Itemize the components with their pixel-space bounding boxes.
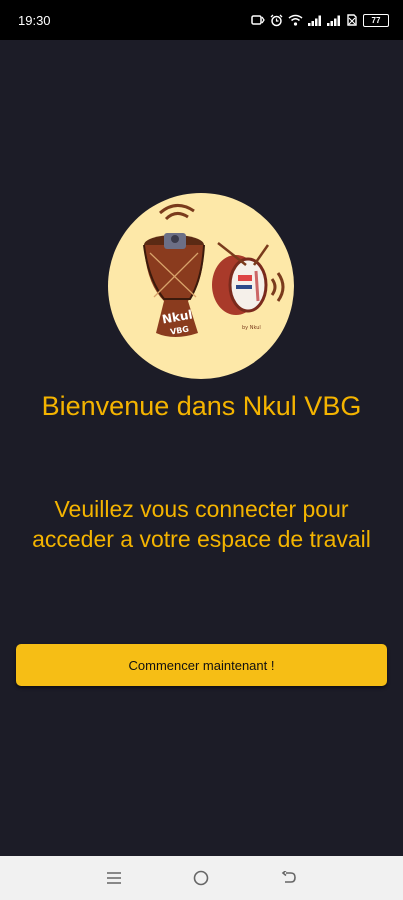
signal-icon (308, 15, 322, 26)
nfc-icon (251, 14, 265, 26)
subtitle-line-1: Veuillez vous connecter pour (54, 496, 349, 522)
menu-icon[interactable] (99, 863, 129, 893)
subtitle: Veuillez vous connecter pour acceder a v… (0, 494, 403, 554)
status-time: 19:30 (18, 12, 51, 28)
welcome-title: Bienvenue dans Nkul VBG (41, 391, 362, 421)
app-logo: Nkul VBG by Nkul (108, 193, 294, 379)
status-bar: 19:30 77 (0, 0, 403, 40)
alarm-icon (270, 14, 283, 27)
start-button[interactable]: Commencer maintenant ! (16, 644, 387, 686)
svg-text:by Nkul: by Nkul (242, 325, 261, 331)
system-nav-bar (0, 856, 403, 900)
battery-icon: 77 (363, 13, 389, 27)
home-icon[interactable] (186, 863, 216, 893)
back-icon[interactable] (274, 863, 304, 893)
status-icons: 77 (251, 13, 389, 27)
signal-icon (327, 15, 341, 26)
wifi-icon (288, 14, 303, 26)
sim-off-icon (346, 14, 358, 26)
subtitle-line-2: acceder a votre espace de travail (32, 526, 371, 552)
